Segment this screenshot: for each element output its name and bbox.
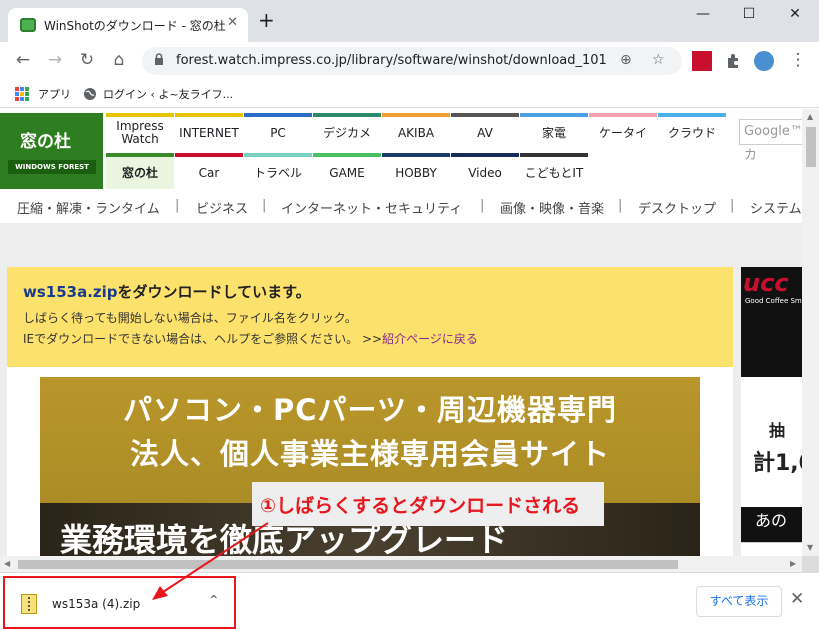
site-nav-item[interactable]: PC [244, 113, 312, 149]
browser-toolbar: ← → ↻ ⌂ forest.watch.impress.co.jp/libra… [0, 42, 819, 80]
notice-line-1: しばらく待っても開始しない場合は、ファイル名をクリック。 [23, 311, 357, 325]
back-to-intro-link[interactable]: 紹介ページに戻る [382, 332, 478, 346]
site-nav-item[interactable]: Impress Watch [106, 113, 174, 149]
site-nav-item[interactable]: Video [451, 153, 519, 189]
site-nav-item[interactable]: 窓の杜 [106, 153, 174, 189]
notice-line-2: IEでダウンロードできない場合は、ヘルプをご参照ください。 >>紹介ページに戻る [23, 330, 478, 347]
profile-avatar[interactable] [754, 51, 774, 71]
pdf-extension-icon[interactable] [692, 51, 712, 71]
notice-line-2-text: IEでダウンロードできない場合は、ヘルプをご参照ください。 >> [23, 332, 383, 346]
side-ad-panel [741, 377, 802, 507]
horizontal-scrollbar[interactable]: ◀ ▶ [0, 556, 802, 572]
download-notice: ws153a.zipをダウンロードしています。 しばらく待っても開始しない場合は… [7, 267, 733, 367]
category-separator: | [618, 198, 623, 213]
address-bar[interactable]: forest.watch.impress.co.jp/library/softw… [142, 47, 682, 75]
vertical-scrollbar[interactable]: ▲ ▼ [802, 109, 819, 556]
site-favicon-icon [20, 18, 36, 32]
show-all-button[interactable]: すべて表示 [696, 586, 782, 617]
bookmark-apps[interactable]: アプリ [38, 86, 71, 102]
category-separator: | [175, 198, 180, 213]
site-search-input[interactable]: Google™ カ [739, 119, 802, 163]
logo-subtitle: WINDOWS FOREST [8, 160, 96, 174]
site-nav-item[interactable]: Car [175, 153, 243, 189]
site-nav-item[interactable]: GAME [313, 153, 381, 189]
ad-line-1: パソコン・PCパーツ・周辺機器専門 [123, 393, 617, 427]
download-filename[interactable]: ws153a (4).zip [52, 597, 140, 611]
window-close-button[interactable]: ✕ [780, 6, 810, 26]
close-shelf-icon[interactable]: ✕ [790, 589, 804, 609]
scroll-corner [802, 556, 819, 572]
scroll-left-icon[interactable]: ◀ [4, 559, 10, 568]
apps-grid-icon[interactable] [15, 87, 29, 101]
scroll-right-icon[interactable]: ▶ [790, 559, 796, 568]
tab-strip: WinShotのダウンロード - 窓の杜 ✕ + — ☐ ✕ [0, 0, 819, 42]
notice-heading: ws153a.zipをダウンロードしています。 [23, 281, 311, 302]
site-nav-item[interactable]: INTERNET [175, 113, 243, 149]
maximize-button[interactable]: ☐ [734, 6, 764, 26]
category-link[interactable]: 圧縮・解凍・ランタイム [17, 198, 160, 217]
download-item[interactable]: ws153a (4).zip ⌃ [3, 576, 236, 629]
category-link[interactable]: 画像・映像・音楽 [500, 198, 604, 217]
side-ad[interactable]: ucc Good Coffee Sm 抽 計1,0 あの [741, 267, 802, 542]
scroll-up-icon[interactable]: ▲ [807, 112, 813, 121]
notice-heading-text: をダウンロードしています。 [117, 283, 311, 301]
side-ad-footer [741, 542, 802, 556]
forward-button[interactable]: → [43, 50, 67, 70]
category-link[interactable]: ビジネス [196, 198, 248, 217]
site-nav-item[interactable]: デジカメ [313, 113, 381, 149]
globe-icon [84, 88, 96, 100]
site-nav-item[interactable]: ケータイ [589, 113, 657, 149]
lock-icon [155, 53, 163, 65]
extensions-puzzle-icon[interactable] [724, 51, 744, 71]
side-ad-text-1: 抽 [769, 421, 786, 440]
side-ad-logo: ucc [743, 269, 789, 297]
minimize-button[interactable]: — [688, 6, 718, 26]
banner-ad[interactable]: パソコン・PCパーツ・周辺機器専門 法人、個人事業主様専用会員サイト 業務環境を… [40, 377, 700, 556]
chevron-up-icon[interactable]: ⌃ [208, 593, 220, 609]
logo-title: 窓の杜 [20, 132, 71, 152]
bookmark-login[interactable]: ログイン ‹ よ~友ライフ... [103, 86, 233, 102]
zip-file-icon [21, 594, 37, 614]
category-link[interactable]: デスクトップ [638, 198, 716, 217]
ad-line-2: 法人、個人事業主様専用会員サイト [129, 437, 610, 471]
annotation-text: ①しばらくするとダウンロードされる [260, 495, 581, 517]
home-button[interactable]: ⌂ [107, 50, 131, 70]
url-text[interactable]: forest.watch.impress.co.jp/library/softw… [176, 53, 606, 68]
browser-menu-button[interactable]: ⋮ [786, 50, 810, 70]
tab-close-icon[interactable]: ✕ [227, 15, 238, 30]
download-shelf: ws153a (4).zip ⌃ すべて表示 ✕ [0, 572, 819, 630]
category-link[interactable]: インターネット・セキュリティ [281, 198, 462, 217]
new-tab-button[interactable]: + [258, 10, 275, 30]
site-nav-item[interactable]: HOBBY [382, 153, 450, 189]
site-nav-item[interactable]: AV [451, 113, 519, 149]
bookmarks-bar: アプリ ログイン ‹ よ~友ライフ... [0, 80, 819, 108]
category-bar: 圧縮・解凍・ランタイム ビジネス インターネット・セキュリティ 画像・映像・音楽 デスク… [0, 193, 802, 221]
category-separator: | [730, 198, 735, 213]
site-nav-item[interactable]: AKIBA [382, 113, 450, 149]
category-separator: | [480, 198, 485, 213]
horizontal-scroll-thumb[interactable] [18, 560, 678, 569]
side-ad-text-3: あの [755, 511, 788, 530]
site-nav-item[interactable]: こどもとIT [520, 153, 588, 189]
site-logo[interactable]: 窓の杜 WINDOWS FOREST [0, 113, 103, 189]
category-link[interactable]: システム [750, 198, 802, 217]
zoom-icon[interactable]: ⊕ [620, 52, 632, 68]
bookmark-star-icon[interactable]: ☆ [652, 52, 665, 68]
site-nav-item[interactable]: トラベル [244, 153, 312, 189]
download-file-link[interactable]: ws153a.zip [23, 283, 118, 301]
content-box: パソコン・PCパーツ・周辺機器専門 法人、個人事業主様専用会員サイト 業務環境を… [7, 367, 733, 556]
vertical-scroll-thumb[interactable] [806, 127, 816, 167]
site-nav-item[interactable]: クラウド [658, 113, 726, 149]
side-ad-sub: Good Coffee Sm [745, 297, 802, 305]
scroll-down-icon[interactable]: ▼ [807, 543, 813, 552]
category-separator: | [262, 198, 267, 213]
annotation-callout: ①しばらくするとダウンロードされる [252, 482, 604, 526]
side-ad-text-2: 計1,0 [753, 451, 802, 476]
site-nav-item[interactable]: 家電 [520, 113, 588, 149]
page-viewport: 窓の杜 WINDOWS FOREST Impress Watch INTERNET… [0, 109, 802, 556]
reload-button[interactable]: ↻ [75, 50, 99, 70]
tab-title: WinShotのダウンロード - 窓の杜 [44, 19, 226, 33]
browser-tab[interactable]: WinShotのダウンロード - 窓の杜 ✕ [8, 8, 248, 42]
back-button[interactable]: ← [11, 50, 35, 70]
